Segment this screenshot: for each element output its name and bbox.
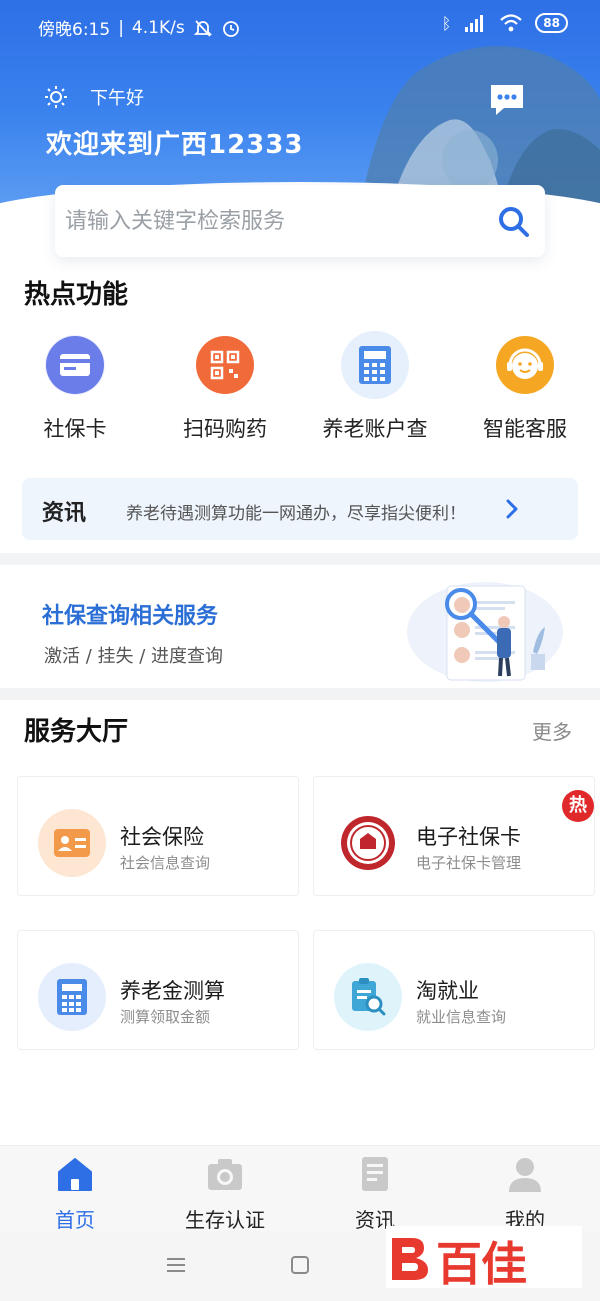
app-screen: 傍晚6:15 | 4.1K/s ᛒ 88 下午好 欢迎来到广西12333 请输入…: [0, 0, 600, 1301]
banner-subtitle: 激活 / 挂失 / 进度查询: [44, 646, 224, 667]
hot-item-social-card[interactable]: 社保卡: [0, 335, 150, 443]
search-bar: [55, 185, 545, 257]
social-security-emblem-icon: [340, 815, 396, 871]
qr-code-icon: [195, 335, 255, 395]
hot-functions-title: 热点功能: [24, 280, 129, 310]
service-card-job-search[interactable]: 淘就业 就业信息查询: [313, 930, 595, 1050]
card-subtitle: 电子社保卡管理: [416, 854, 522, 872]
battery-icon: 88: [535, 13, 568, 33]
camera-icon: [208, 1159, 242, 1190]
service-hall-title: 服务大厅: [24, 717, 129, 747]
more-link[interactable]: 更多: [532, 716, 572, 745]
section-divider: [0, 688, 600, 700]
search-input[interactable]: [65, 199, 485, 243]
hot-item-smart-service[interactable]: 智能客服: [450, 335, 600, 443]
job-search-icon: [334, 963, 402, 1031]
calculator-icon: [38, 963, 106, 1031]
message-icon[interactable]: [488, 82, 526, 118]
status-time: 傍晚6:15: [38, 20, 111, 40]
status-bar: 傍晚6:15 | 4.1K/s ᛒ 88: [0, 0, 600, 52]
watermark-text: 百佳: [436, 1237, 527, 1291]
welcome-title: 欢迎来到广西12333: [46, 130, 304, 160]
hot-item-pension-account[interactable]: 养老账户查: [300, 331, 450, 443]
tab-survival-auth[interactable]: 生存认证: [150, 1154, 300, 1233]
home-square-icon[interactable]: [290, 1255, 310, 1275]
tab-label: 生存认证: [185, 1208, 265, 1232]
landscape-illustration: [360, 46, 600, 205]
card-subtitle: 测算领取金额: [120, 1008, 211, 1026]
menu-icon[interactable]: [165, 1255, 187, 1275]
chevron-right-icon[interactable]: [502, 496, 522, 522]
signal-hd-icon: [465, 15, 484, 32]
profile-icon: [509, 1158, 541, 1192]
card-title: 电子社保卡: [416, 825, 521, 849]
id-card-icon: [38, 809, 106, 877]
greeting-text: 下午好: [90, 88, 144, 109]
hot-item-label: 智能客服: [483, 417, 567, 441]
alarm-off-icon: [193, 19, 212, 37]
card-subtitle: 社会信息查询: [120, 854, 211, 872]
banner-title: 社保查询相关服务: [42, 604, 219, 629]
search-icon[interactable]: [497, 205, 531, 239]
status-speed: 4.1K/s: [131, 17, 185, 38]
watermark-mark: [392, 1238, 428, 1280]
hot-item-label: 社保卡: [43, 417, 107, 441]
news-text: 养老待遇测算功能一网通办，尽享指尖便利！: [126, 504, 466, 524]
hot-badge: 热: [562, 790, 594, 822]
query-illustration: [407, 582, 563, 682]
card-title: 淘就业: [416, 979, 479, 1003]
sun-icon: [45, 86, 67, 108]
calculator-icon: [341, 331, 409, 399]
tab-home[interactable]: 首页: [0, 1154, 150, 1233]
card-title: 社会保险: [120, 825, 204, 849]
hot-item-scan-buy-medicine[interactable]: 扫码购药: [150, 335, 300, 443]
bottom-tab-bar: 首页 生存认证 资讯 我的: [0, 1145, 600, 1233]
hot-item-label: 养老账户查: [322, 417, 428, 441]
card-title: 养老金测算: [120, 979, 225, 1003]
home-icon: [58, 1158, 92, 1191]
hot-functions-grid: 社保卡 扫码购药 养老账户查 智能客服: [0, 331, 600, 455]
card-subtitle: 就业信息查询: [416, 1008, 507, 1026]
customer-service-icon: [495, 335, 555, 395]
service-card-pension-calc[interactable]: 养老金测算 测算领取金额: [17, 930, 299, 1050]
news-tag: 资讯: [42, 501, 87, 526]
alarm-icon: [222, 20, 239, 37]
news-icon: [362, 1157, 388, 1191]
greeting-row: 下午好: [44, 84, 144, 110]
wifi-icon: [500, 14, 523, 32]
bluetooth-icon: ᛒ: [441, 13, 452, 33]
tab-mine[interactable]: 我的: [450, 1154, 600, 1233]
watermark-logo: 百佳: [386, 1226, 582, 1291]
tab-news[interactable]: 资讯: [300, 1154, 450, 1233]
news-ticker[interactable]: 资讯 养老待遇测算功能一网通办，尽享指尖便利！: [22, 478, 578, 540]
social-security-card-icon: [45, 335, 105, 395]
hot-item-label: 扫码购药: [183, 417, 267, 441]
service-card-e-social-card[interactable]: 电子社保卡 电子社保卡管理: [313, 776, 595, 896]
tab-label: 首页: [55, 1208, 95, 1232]
social-security-query-banner[interactable]: 社保查询相关服务 激活 / 挂失 / 进度查询: [0, 566, 600, 688]
service-card-social-insurance[interactable]: 社会保险 社会信息查询: [17, 776, 299, 896]
section-divider: [0, 553, 600, 565]
